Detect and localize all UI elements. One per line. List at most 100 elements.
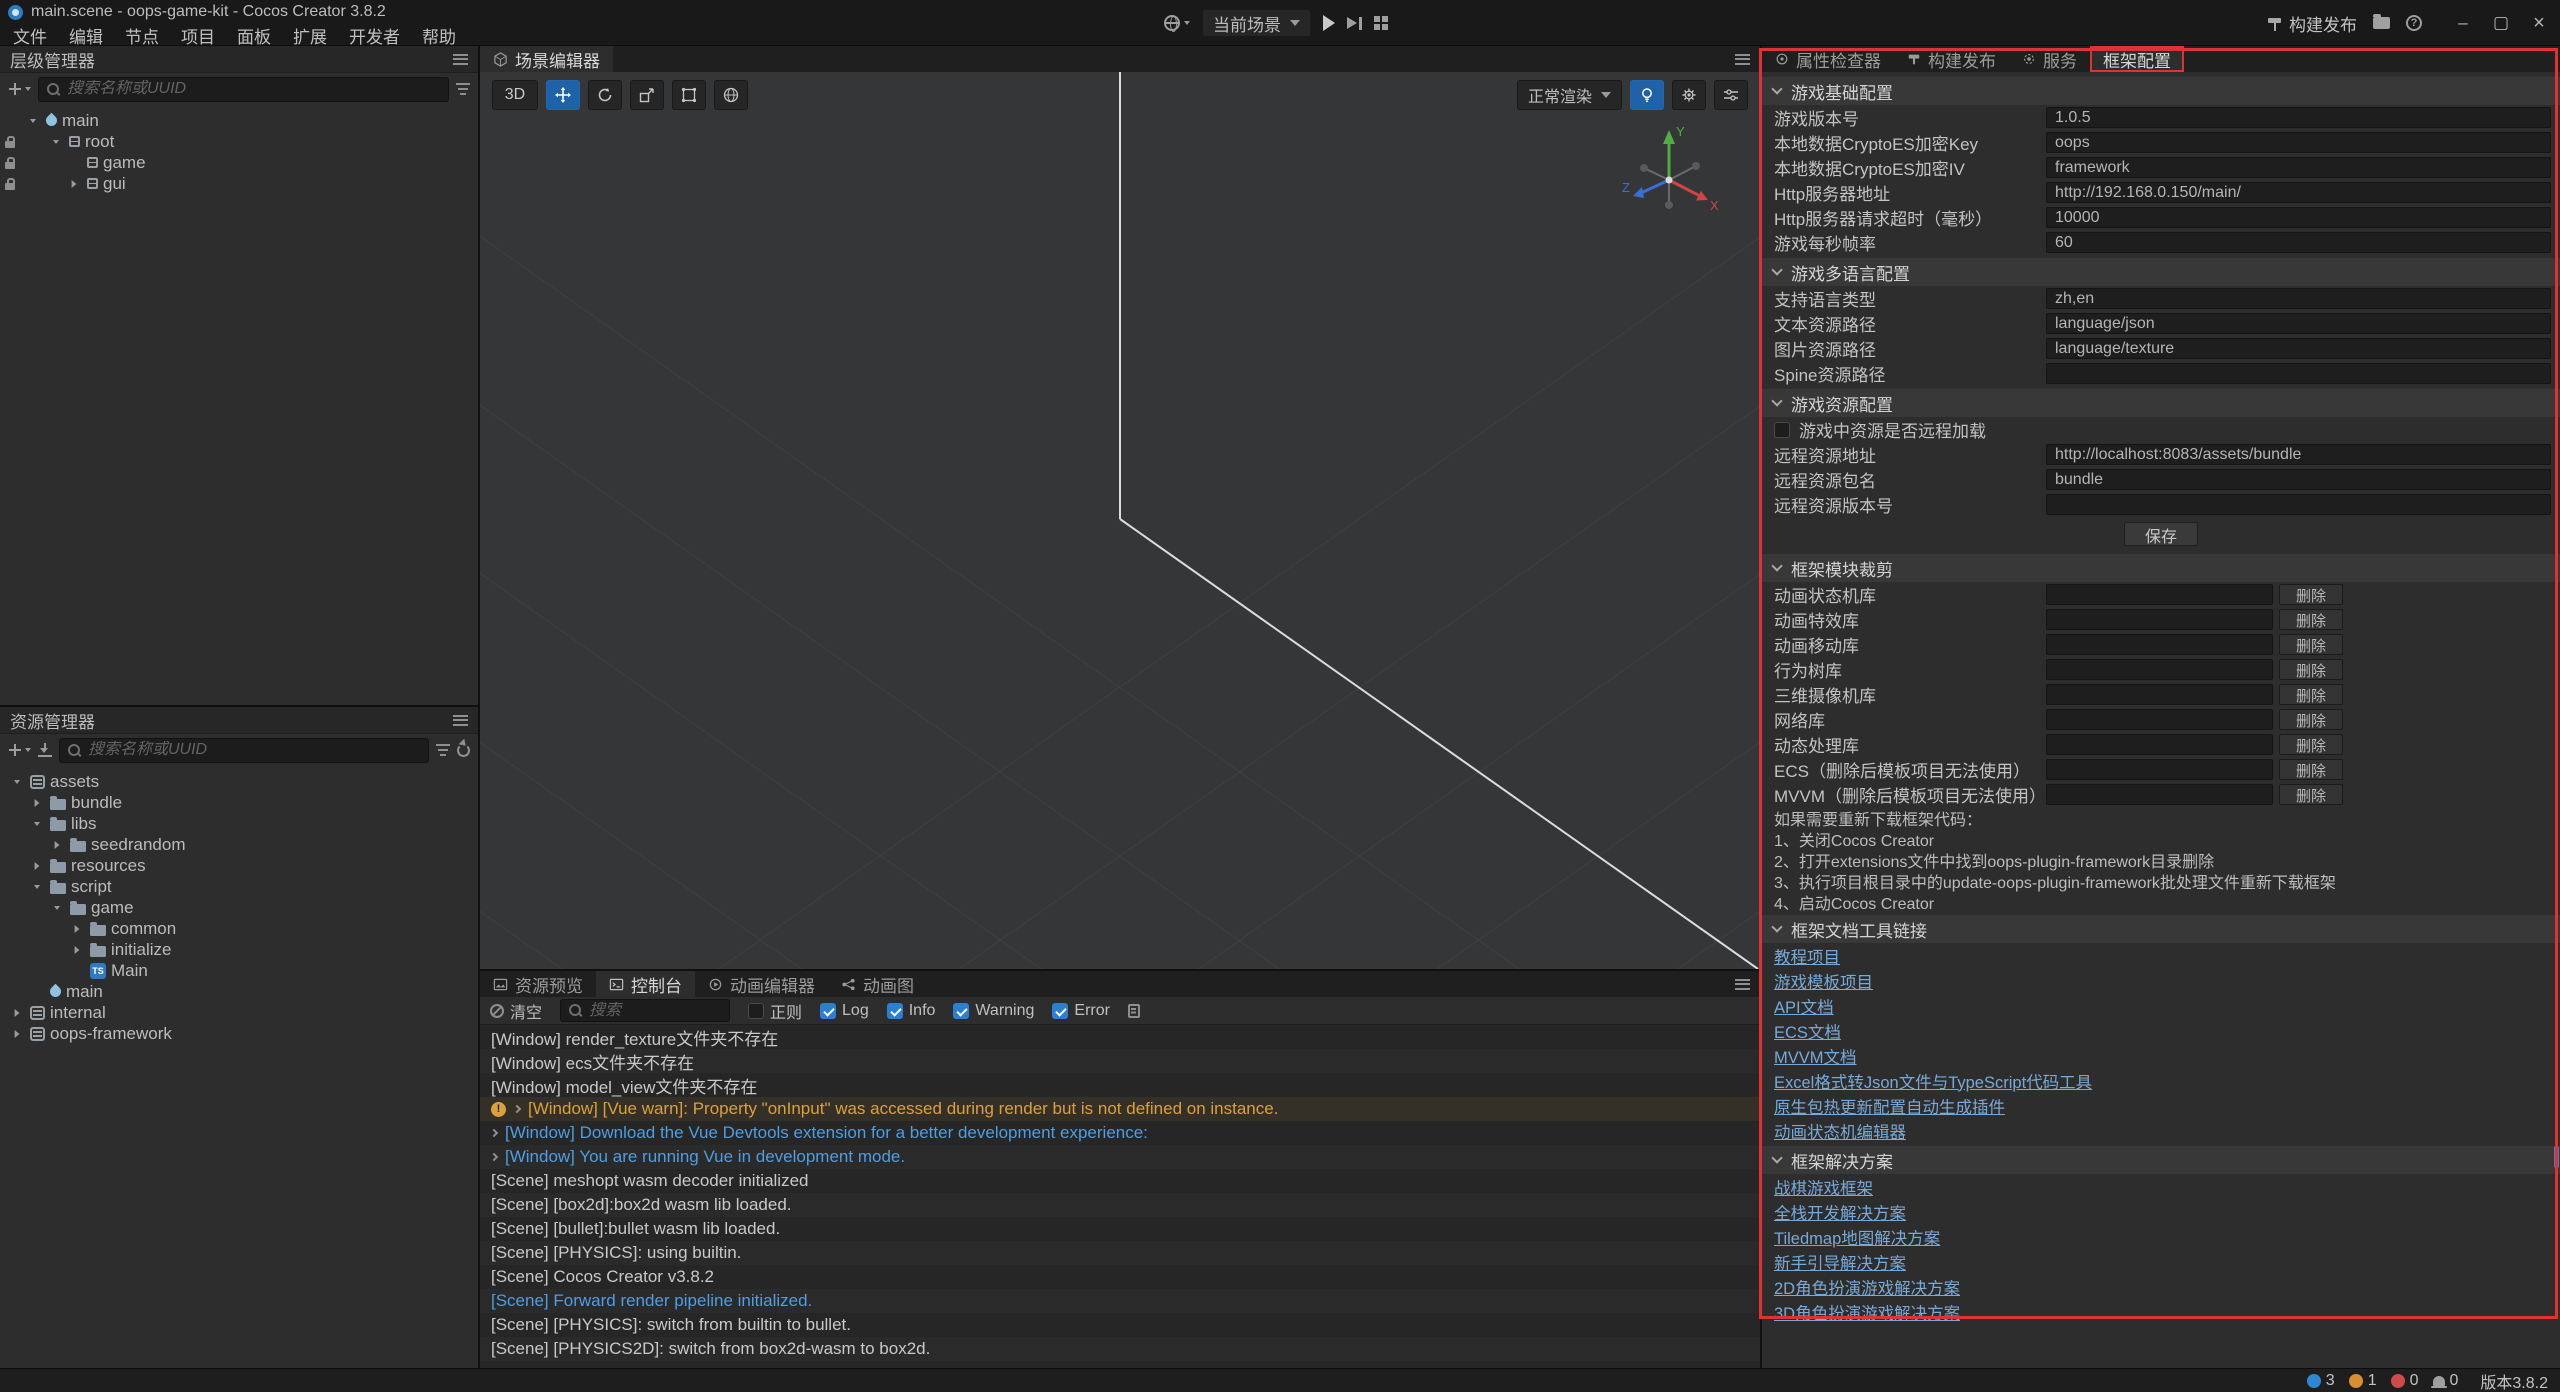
delete-module-button[interactable]: 删除 [2279,784,2343,805]
lock-icon[interactable] [5,162,15,169]
expand-arrow-icon[interactable] [49,840,65,850]
asset-node-oops-framework[interactable]: oops-framework [0,1023,478,1044]
asset-node-main-scene[interactable]: main [0,981,478,1002]
log-entry-warning[interactable]: [Window] [Vue warn]: Property "onInput" … [480,1097,1760,1121]
asset-node-initialize[interactable]: initialize [0,939,478,960]
expand-arrow-icon[interactable] [25,119,41,123]
render-mode-dropdown[interactable]: 正常渲染 [1517,80,1622,110]
doc-link-api[interactable]: API文档 [1774,994,1834,1018]
section-resource-header[interactable]: 游戏资源配置 [1762,389,2560,417]
assets-filter-button[interactable] [436,744,450,756]
doc-link-animator-editor[interactable]: 动画状态机编辑器 [1774,1119,1906,1143]
section-basic-header[interactable]: 游戏基础配置 [1762,77,2560,105]
save-button[interactable]: 保存 [2124,522,2198,546]
section-docs-header[interactable]: 框架文档工具链接 [1762,915,2560,943]
panel-menu-icon[interactable] [453,715,468,726]
delete-module-button[interactable]: 删除 [2279,759,2343,780]
delete-module-button[interactable]: 删除 [2279,609,2343,630]
crypto-iv-input[interactable] [2046,157,2551,178]
language-types-input[interactable] [2046,288,2551,309]
delete-module-button[interactable]: 删除 [2279,709,2343,730]
error-checkbox[interactable] [1052,1003,1068,1019]
tab-framework-config[interactable]: 框架配置 [2090,46,2184,72]
open-project-folder-button[interactable] [2373,17,2390,29]
remote-bundle-input[interactable] [2046,469,2551,490]
hierarchy-search-input[interactable] [67,80,441,98]
view-settings-button[interactable] [1714,80,1748,110]
log-entry-info[interactable]: [Window] You are running Vue in developm… [480,1145,1760,1169]
filter-error-toggle[interactable]: Error [1052,1002,1110,1020]
frame-rate-input[interactable] [2046,232,2551,253]
log-entry[interactable]: [Window] model_view文件夹不存在 [480,1073,1760,1097]
expand-arrow-icon[interactable] [9,1029,25,1039]
clear-console-button[interactable]: 清空 [490,999,542,1023]
warning-count-badge[interactable]: 1 [2349,1372,2377,1390]
section-solutions-header[interactable]: 框架解决方案 [1762,1146,2560,1174]
delete-module-button[interactable]: 删除 [2279,634,2343,655]
console-search[interactable] [560,999,730,1022]
hierarchy-node-main[interactable]: main [0,110,478,131]
log-entry[interactable]: [Scene] [PHYSICS2D]: switch from box2d-w… [480,1337,1760,1361]
tab-inspector[interactable]: 属性检查器 [1762,46,1894,72]
expand-arrow-icon[interactable] [9,780,25,784]
expand-arrow-icon[interactable] [69,924,85,934]
collapse-logs-button[interactable] [1128,1004,1140,1018]
step-button[interactable] [1347,17,1362,30]
expand-arrow-icon[interactable] [490,1153,498,1161]
gizmo-space-button[interactable] [714,80,748,110]
asset-node-assets[interactable]: assets [0,771,478,792]
expand-arrow-icon[interactable] [9,1008,25,1018]
solution-link-2d-rpg[interactable]: 2D角色扮演游戏解决方案 [1774,1275,1960,1299]
solution-link-tiledmap[interactable]: Tiledmap地图解决方案 [1774,1225,1940,1249]
text-path-input[interactable] [2046,313,2551,334]
http-timeout-input[interactable] [2046,207,2551,228]
hierarchy-node-game[interactable]: game [0,152,478,173]
asset-node-common[interactable]: common [0,918,478,939]
menu-help[interactable]: 帮助 [411,23,467,48]
asset-node-script[interactable]: script [0,876,478,897]
assets-search-input[interactable] [88,741,421,759]
info-checkbox[interactable] [887,1003,903,1019]
menu-file[interactable]: 文件 [2,23,58,48]
rotate-tool-button[interactable] [588,80,622,110]
axis-gizmo[interactable]: Y X Z [1614,122,1724,232]
doc-link-ecs[interactable]: ECS文档 [1774,1019,1841,1043]
filter-info-toggle[interactable]: Info [887,1002,936,1020]
3d-toggle-button[interactable]: 3D [492,80,538,110]
doc-link-hotupdate-plugin[interactable]: 原生包热更新配置自动生成插件 [1774,1094,2005,1118]
lock-icon[interactable] [5,141,15,148]
texture-path-input[interactable] [2046,338,2551,359]
crypto-key-input[interactable] [2046,132,2551,153]
delete-module-button[interactable]: 删除 [2279,734,2343,755]
notification-badge[interactable]: 0 [2433,1372,2459,1390]
solution-link-guide[interactable]: 新手引导解决方案 [1774,1250,1906,1274]
doc-link-mvvm[interactable]: MVVM文档 [1774,1044,1857,1068]
menu-developer[interactable]: 开发者 [338,23,411,48]
tab-console[interactable]: 控制台 [596,971,695,997]
scrollbar-thumb[interactable] [2554,1146,2559,1168]
hierarchy-search[interactable] [38,77,449,102]
menu-project[interactable]: 项目 [170,23,226,48]
asset-node-main-ts[interactable]: Main [0,960,478,981]
http-server-input[interactable] [2046,182,2551,203]
log-entry[interactable]: [Window] render_texture文件夹不存在 [480,1025,1760,1049]
layout-button[interactable] [1374,16,1388,30]
menu-edit[interactable]: 编辑 [58,23,114,48]
tab-animation-graph[interactable]: 动画图 [828,971,927,997]
move-tool-button[interactable] [546,80,580,110]
assets-refresh-button[interactable] [457,744,470,757]
remote-version-input[interactable] [2046,494,2551,515]
filter-log-toggle[interactable]: Log [820,1002,869,1020]
expand-arrow-icon[interactable] [49,906,65,910]
log-entry-info[interactable]: [Window] Download the Vue Devtools exten… [480,1121,1760,1145]
panel-menu-icon[interactable] [1735,979,1750,990]
assets-search[interactable] [59,738,429,763]
log-entry[interactable]: [Scene] [PHYSICS]: switch from builtin t… [480,1313,1760,1337]
menu-node[interactable]: 节点 [114,23,170,48]
preview-target-button[interactable] [1164,15,1190,31]
play-button[interactable] [1323,15,1335,31]
create-asset-button[interactable] [8,743,31,757]
remote-url-input[interactable] [2046,444,2551,465]
hierarchy-node-gui[interactable]: gui [0,173,478,194]
console-search-input[interactable] [589,1002,722,1020]
